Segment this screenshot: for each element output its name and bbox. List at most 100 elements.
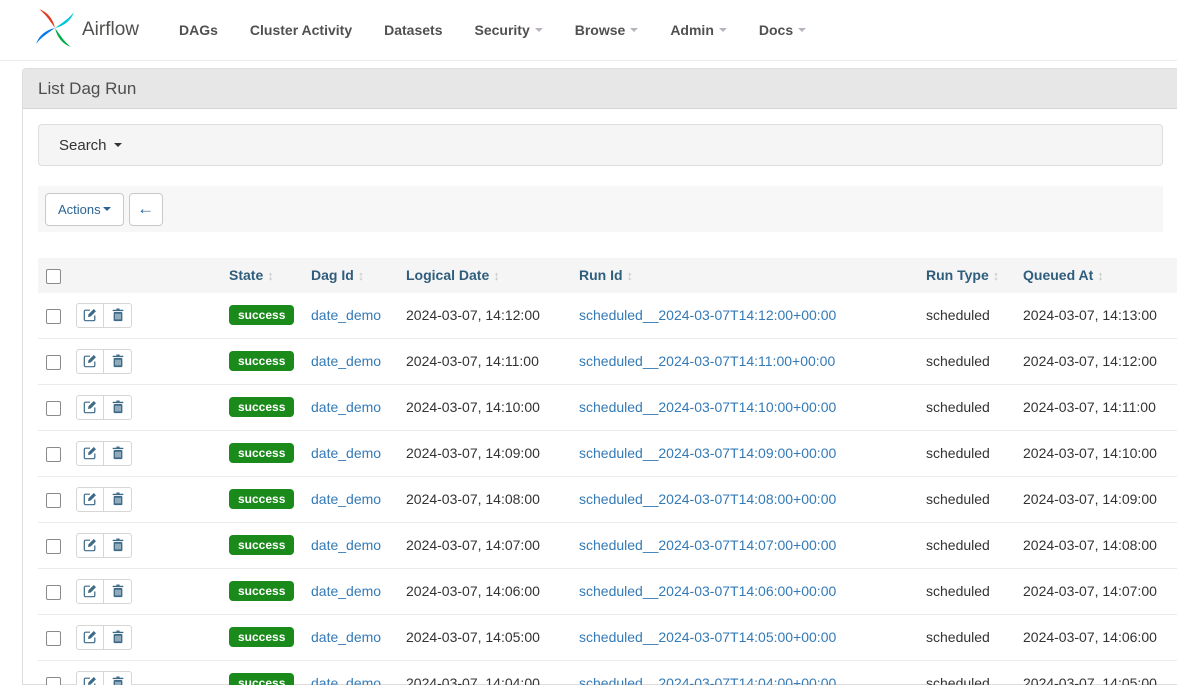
search-label: Search xyxy=(59,137,107,154)
column-header-run-id[interactable]: Run Id↕ xyxy=(574,258,921,293)
delete-record-button[interactable] xyxy=(104,395,132,420)
sort-icon: ↕ xyxy=(993,268,1000,283)
queued-at-cell: 2024-03-07, 14:10:00 xyxy=(1018,430,1177,476)
trash-icon xyxy=(111,308,125,322)
run-id-link[interactable]: scheduled__2024-03-07T14:10:00+00:00 xyxy=(579,399,836,415)
run-id-link[interactable]: scheduled__2024-03-07T14:09:00+00:00 xyxy=(579,445,836,461)
run-type-cell: scheduled xyxy=(921,476,1018,522)
row-checkbox[interactable] xyxy=(46,539,61,554)
column-header-run-type[interactable]: Run Type↕ xyxy=(921,258,1018,293)
nav-item[interactable]: Security xyxy=(474,22,542,38)
edit-record-button[interactable] xyxy=(76,533,104,558)
run-id-link[interactable]: scheduled__2024-03-07T14:05:00+00:00 xyxy=(579,629,836,645)
nav-item[interactable]: Docs xyxy=(759,22,806,38)
run-type-cell: scheduled xyxy=(921,430,1018,476)
row-checkbox[interactable] xyxy=(46,401,61,416)
table-body: success date_demo 2024-03-07, 14:12:00 s… xyxy=(38,293,1177,685)
run-id-link[interactable]: scheduled__2024-03-07T14:07:00+00:00 xyxy=(579,537,836,553)
dag-id-link[interactable]: date_demo xyxy=(311,537,381,553)
table-row: success date_demo 2024-03-07, 14:10:00 s… xyxy=(38,384,1177,430)
pencil-square-icon xyxy=(83,538,97,552)
edit-record-button[interactable] xyxy=(76,579,104,604)
run-id-link[interactable]: scheduled__2024-03-07T14:06:00+00:00 xyxy=(579,583,836,599)
logical-date-cell: 2024-03-07, 14:05:00 xyxy=(401,614,574,660)
delete-record-button[interactable] xyxy=(104,349,132,374)
sort-icon: ↕ xyxy=(358,268,365,283)
edit-record-button[interactable] xyxy=(76,625,104,650)
chevron-down-icon xyxy=(798,28,806,32)
chevron-down-icon xyxy=(719,28,727,32)
brand-label: Airflow xyxy=(82,19,139,41)
row-checkbox[interactable] xyxy=(46,585,61,600)
dag-id-link[interactable]: date_demo xyxy=(311,353,381,369)
run-type-cell: scheduled xyxy=(921,660,1018,685)
column-header-dag-id[interactable]: Dag Id↕ xyxy=(306,258,401,293)
row-checkbox[interactable] xyxy=(46,493,61,508)
table-row: success date_demo 2024-03-07, 14:08:00 s… xyxy=(38,476,1177,522)
logical-date-cell: 2024-03-07, 14:11:00 xyxy=(401,338,574,384)
dag-id-link[interactable]: date_demo xyxy=(311,491,381,507)
select-all-checkbox[interactable] xyxy=(46,269,61,284)
logical-date-cell: 2024-03-07, 14:12:00 xyxy=(401,293,574,339)
edit-record-button[interactable] xyxy=(76,349,104,374)
run-id-link[interactable]: scheduled__2024-03-07T14:08:00+00:00 xyxy=(579,491,836,507)
column-header-queued-at[interactable]: Queued At↕ xyxy=(1018,258,1177,293)
nav-item[interactable]: DAGs xyxy=(179,22,218,38)
row-checkbox[interactable] xyxy=(46,309,61,324)
pencil-square-icon xyxy=(83,354,97,368)
edit-record-button[interactable] xyxy=(76,671,104,685)
delete-record-button[interactable] xyxy=(104,579,132,604)
logical-date-cell: 2024-03-07, 14:10:00 xyxy=(401,384,574,430)
state-badge: success xyxy=(229,397,294,417)
pencil-square-icon xyxy=(83,446,97,460)
dag-id-link[interactable]: date_demo xyxy=(311,307,381,323)
actions-toolbar: Actions ← xyxy=(38,186,1163,232)
nav-item[interactable]: Cluster Activity xyxy=(250,22,352,38)
nav-item[interactable]: Admin xyxy=(670,22,727,38)
run-type-cell: scheduled xyxy=(921,384,1018,430)
state-badge: success xyxy=(229,489,294,509)
actions-dropdown-button[interactable]: Actions xyxy=(45,193,124,226)
search-collapse-bar[interactable]: Search xyxy=(38,124,1163,166)
delete-record-button[interactable] xyxy=(104,303,132,328)
trash-icon xyxy=(111,538,125,552)
back-button[interactable]: ← xyxy=(129,193,163,226)
state-badge: success xyxy=(229,443,294,463)
state-badge: success xyxy=(229,535,294,555)
row-checkbox[interactable] xyxy=(46,355,61,370)
airflow-brand[interactable]: Airflow xyxy=(34,7,139,54)
delete-record-button[interactable] xyxy=(104,671,132,685)
delete-record-button[interactable] xyxy=(104,625,132,650)
edit-record-button[interactable] xyxy=(76,395,104,420)
queued-at-cell: 2024-03-07, 14:08:00 xyxy=(1018,522,1177,568)
edit-record-button[interactable] xyxy=(76,303,104,328)
dag-id-link[interactable]: date_demo xyxy=(311,675,381,685)
dag-id-link[interactable]: date_demo xyxy=(311,445,381,461)
run-id-link[interactable]: scheduled__2024-03-07T14:11:00+00:00 xyxy=(579,353,835,369)
run-id-link[interactable]: scheduled__2024-03-07T14:12:00+00:00 xyxy=(579,307,836,323)
delete-record-button[interactable] xyxy=(104,487,132,512)
edit-record-button[interactable] xyxy=(76,441,104,466)
dag-id-link[interactable]: date_demo xyxy=(311,583,381,599)
row-checkbox[interactable] xyxy=(46,677,61,685)
nav-item[interactable]: Datasets xyxy=(384,22,442,38)
row-checkbox[interactable] xyxy=(46,447,61,462)
chevron-down-icon xyxy=(114,143,122,147)
delete-record-button[interactable] xyxy=(104,533,132,558)
table-row: success date_demo 2024-03-07, 14:11:00 s… xyxy=(38,338,1177,384)
panel-body: Search Actions ← State↕ Dag Id↕ Lo xyxy=(23,109,1177,685)
row-checkbox[interactable] xyxy=(46,631,61,646)
airflow-pinwheel-icon xyxy=(34,7,76,54)
queued-at-cell: 2024-03-07, 14:13:00 xyxy=(1018,293,1177,339)
run-type-cell: scheduled xyxy=(921,522,1018,568)
dag-id-link[interactable]: date_demo xyxy=(311,399,381,415)
nav-item[interactable]: Browse xyxy=(575,22,639,38)
column-header-state[interactable]: State↕ xyxy=(224,258,306,293)
column-header-logical-date[interactable]: Logical Date↕ xyxy=(401,258,574,293)
edit-record-button[interactable] xyxy=(76,487,104,512)
run-id-link[interactable]: scheduled__2024-03-07T14:04:00+00:00 xyxy=(579,675,836,685)
queued-at-cell: 2024-03-07, 14:11:00 xyxy=(1018,384,1177,430)
delete-record-button[interactable] xyxy=(104,441,132,466)
trash-icon xyxy=(111,630,125,644)
dag-id-link[interactable]: date_demo xyxy=(311,629,381,645)
